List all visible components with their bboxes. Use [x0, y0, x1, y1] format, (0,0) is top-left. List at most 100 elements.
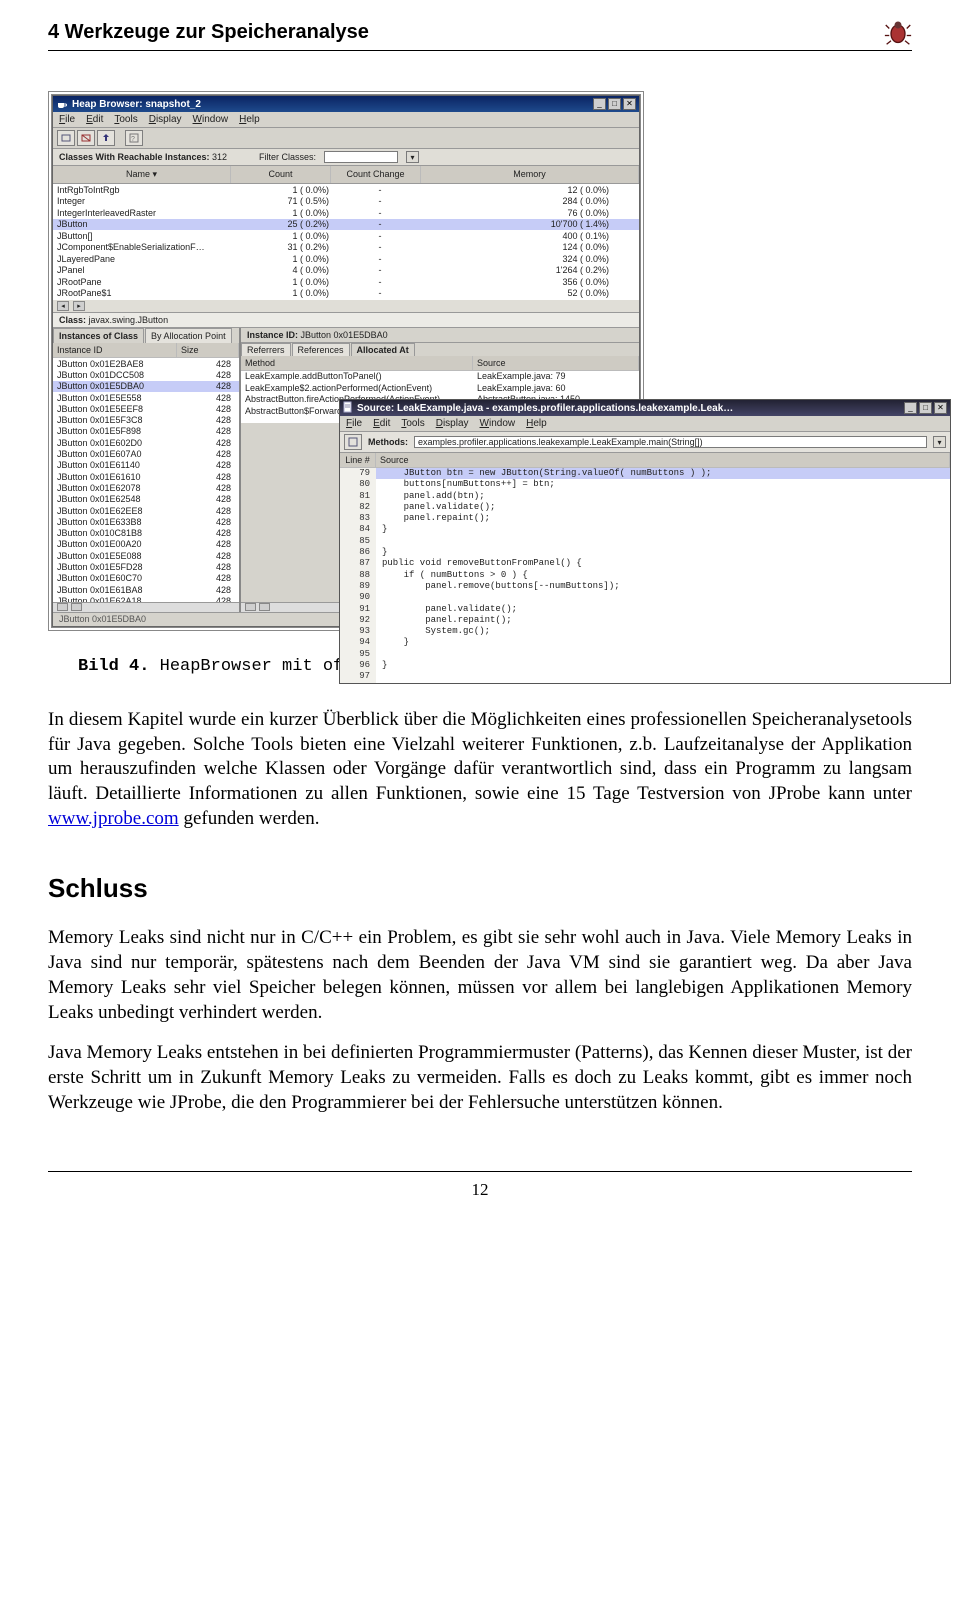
code-line[interactable]: 86}	[340, 547, 950, 558]
filter-input[interactable]	[324, 151, 398, 163]
src-menu-tools[interactable]: Tools	[401, 418, 424, 429]
scroll-left[interactable]: ◂	[57, 301, 69, 311]
menu-display[interactable]: Display	[149, 114, 182, 125]
jprobe-link[interactable]: www.jprobe.com	[48, 808, 179, 829]
src-close-button[interactable]: ✕	[934, 402, 947, 414]
code-line[interactable]: 79 JButton btn = new JButton(String.valu…	[340, 468, 950, 479]
list-item[interactable]: JButton 0x01DCC508428	[53, 369, 239, 380]
tab-instances-of-class[interactable]: Instances of Class	[53, 328, 144, 343]
list-item[interactable]: JButton 0x01E607A0428	[53, 448, 239, 459]
col-name[interactable]: Name ▾	[53, 166, 231, 183]
menu-edit[interactable]: Edit	[86, 114, 103, 125]
list-item[interactable]: JButton 0x01E602D0428	[53, 437, 239, 448]
src-menu-window[interactable]: Window	[480, 418, 516, 429]
toolbar-btn-1[interactable]	[57, 130, 75, 146]
list-item[interactable]: JButton 0x010C81B8428	[53, 527, 239, 538]
list-item[interactable]: JButton 0x01E2BAE8428	[53, 358, 239, 369]
code-line[interactable]: 94 }	[340, 637, 950, 648]
code-line[interactable]: 83 panel.repaint();	[340, 513, 950, 524]
table-row[interactable]: JRootPane$11 ( 0.0%)-52 ( 0.0%)	[53, 288, 639, 300]
code-line[interactable]: 80 buttons[numButtons++] = btn;	[340, 479, 950, 490]
code-line[interactable]: 97	[340, 671, 950, 682]
table-row[interactable]: JComponent$EnableSerializationF…31 ( 0.2…	[53, 242, 639, 254]
code-line[interactable]: 84}	[340, 524, 950, 535]
menu-window[interactable]: Window	[193, 114, 229, 125]
table-row[interactable]: Integer71 ( 0.5%)-284 ( 0.0%)	[53, 196, 639, 208]
list-item[interactable]: JButton 0x01E5DBA0428	[53, 381, 239, 392]
list-item[interactable]: JButton 0x01E61140428	[53, 460, 239, 471]
col-source[interactable]: Source	[473, 356, 639, 370]
table-row[interactable]: IntRgbToIntRgb1 ( 0.0%)-12 ( 0.0%)	[53, 184, 639, 196]
close-button[interactable]: ✕	[623, 98, 636, 110]
code-line[interactable]: 85	[340, 536, 950, 547]
code-line[interactable]: 96}	[340, 660, 950, 671]
src-menu-file[interactable]: File	[346, 418, 362, 429]
minimize-button[interactable]: _	[593, 98, 606, 110]
code-line[interactable]: 92 panel.repaint();	[340, 615, 950, 626]
col-change[interactable]: Count Change	[331, 166, 421, 183]
table-row[interactable]: JLayeredPane1 ( 0.0%)-324 ( 0.0%)	[53, 253, 639, 265]
list-item[interactable]: JButton 0x01E633B8428	[53, 516, 239, 527]
scroll-left-2[interactable]	[57, 603, 68, 611]
instance-list[interactable]: JButton 0x01E2BAE8428JButton 0x01DCC5084…	[53, 358, 239, 602]
list-item[interactable]: JButton 0x01E62A18428	[53, 595, 239, 602]
code-line[interactable]: 88 if ( numButtons > 0 ) {	[340, 570, 950, 581]
maximize-button[interactable]: □	[608, 98, 621, 110]
code-list[interactable]: 79 JButton btn = new JButton(String.valu…	[340, 468, 950, 683]
list-item[interactable]: JButton 0x01E62EE8428	[53, 505, 239, 516]
class-table-body[interactable]: IntRgbToIntRgb1 ( 0.0%)-12 ( 0.0%)Intege…	[53, 184, 639, 300]
col-method[interactable]: Method	[241, 356, 473, 370]
src-maximize-button[interactable]: □	[919, 402, 932, 414]
src-window-titlebar[interactable]: Source: LeakExample.java - examples.prof…	[340, 400, 950, 416]
col-count[interactable]: Count	[231, 166, 331, 183]
list-item[interactable]: JButton 0x01E00A20428	[53, 539, 239, 550]
src-menu-help[interactable]: Help	[526, 418, 547, 429]
menu-tools[interactable]: Tools	[114, 114, 137, 125]
src-methods-dropdown[interactable]: ▾	[933, 436, 946, 448]
list-item[interactable]: JButton 0x01E5E088428	[53, 550, 239, 561]
list-item[interactable]: JButton 0x01E5F898428	[53, 426, 239, 437]
table-row[interactable]: IntegerInterleavedRaster1 ( 0.0%)-76 ( 0…	[53, 207, 639, 219]
code-line[interactable]: 81 panel.add(btn);	[340, 491, 950, 502]
src-minimize-button[interactable]: _	[904, 402, 917, 414]
table-row[interactable]: JButton[]1 ( 0.0%)-400 ( 0.1%)	[53, 230, 639, 242]
code-line[interactable]: 90	[340, 592, 950, 603]
tab-referrers[interactable]: Referrers	[241, 343, 291, 356]
col-memory[interactable]: Memory	[421, 166, 639, 183]
code-line[interactable]: 95	[340, 649, 950, 660]
scroll-right-3[interactable]	[259, 603, 270, 611]
tab-by-allocation[interactable]: By Allocation Point	[145, 328, 232, 343]
col-instance-size[interactable]: Size	[177, 343, 239, 357]
toolbar-btn-2[interactable]	[77, 130, 95, 146]
src-methods-field[interactable]: examples.profiler.applications.leakexamp…	[414, 436, 927, 448]
scroll-right-2[interactable]	[71, 603, 82, 611]
table-row[interactable]: LeakExample$2.actionPerformed(ActionEven…	[241, 383, 639, 395]
list-item[interactable]: JButton 0x01E61BA8428	[53, 584, 239, 595]
table-row[interactable]: LeakExample.addButtonToPanel()LeakExampl…	[241, 371, 639, 383]
toolbar-btn-4[interactable]: ?	[125, 130, 143, 146]
list-item[interactable]: JButton 0x01E5F3C8428	[53, 414, 239, 425]
table-row[interactable]: JRootPane1 ( 0.0%)-356 ( 0.0%)	[53, 276, 639, 288]
code-line[interactable]: 93 System.gc();	[340, 626, 950, 637]
list-item[interactable]: JButton 0x01E5EEF8428	[53, 403, 239, 414]
code-line[interactable]: 91 panel.validate();	[340, 604, 950, 615]
code-line[interactable]: 82 panel.validate();	[340, 502, 950, 513]
table-row[interactable]: JPanel4 ( 0.0%)-1'264 ( 0.2%)	[53, 265, 639, 277]
list-item[interactable]: JButton 0x01E61610428	[53, 471, 239, 482]
filter-dropdown-button[interactable]: ▾	[406, 151, 419, 163]
tab-references[interactable]: References	[292, 343, 350, 356]
list-item[interactable]: JButton 0x01E60C70428	[53, 573, 239, 584]
code-line[interactable]: 87public void removeButtonFromPanel() {	[340, 558, 950, 569]
menu-file[interactable]: File	[59, 114, 75, 125]
scroll-left-3[interactable]	[245, 603, 256, 611]
code-line[interactable]: 89 panel.remove(buttons[--numButtons]);	[340, 581, 950, 592]
scroll-right[interactable]: ▸	[73, 301, 85, 311]
list-item[interactable]: JButton 0x01E62548428	[53, 494, 239, 505]
src-menu-display[interactable]: Display	[436, 418, 469, 429]
src-toolbar-btn[interactable]	[344, 434, 362, 450]
col-line[interactable]: Line #	[340, 453, 376, 467]
table-row[interactable]: JButton25 ( 0.2%)-10'700 ( 1.4%)	[53, 219, 639, 231]
tab-allocated-at[interactable]: Allocated At	[351, 343, 415, 356]
list-item[interactable]: JButton 0x01E62078428	[53, 482, 239, 493]
list-item[interactable]: JButton 0x01E5FD28428	[53, 561, 239, 572]
